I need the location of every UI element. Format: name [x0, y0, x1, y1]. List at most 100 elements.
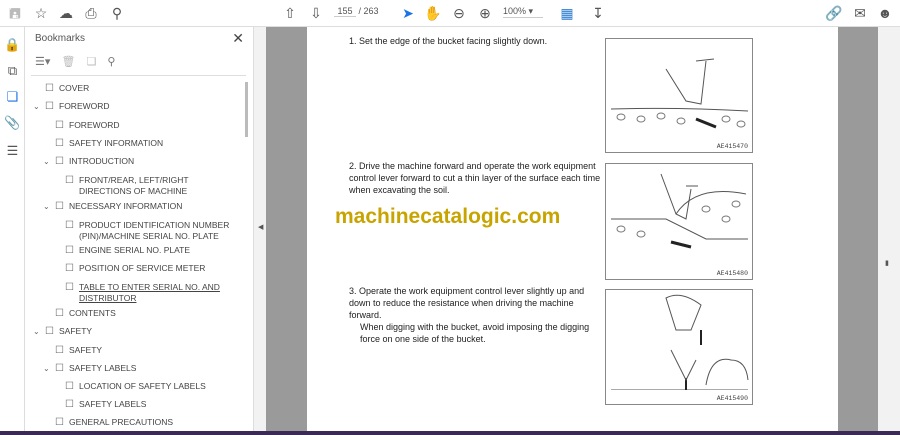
divider [31, 75, 246, 76]
bookmark-item[interactable]: ☐ CONTENTS [55, 308, 240, 319]
bookmark-flag-icon: ☐ [55, 417, 64, 428]
bookmark-flag-icon: ☐ [65, 381, 74, 392]
options-icon[interactable]: ☰▾ [35, 56, 50, 68]
save-icon[interactable]: 🖪 [6, 4, 24, 22]
bookmark-label: FOREWORD [69, 120, 120, 130]
bookmark-tools: ☰▾ 🗑 ❏ ⚲ [35, 55, 123, 68]
bookmark-label: CONTENTS [69, 308, 116, 318]
delete-icon[interactable]: 🗑 [61, 56, 75, 68]
bookmark-icon[interactable]: ❏ [4, 89, 21, 106]
hand-tool-icon[interactable]: ✋ [424, 4, 442, 22]
layers-icon[interactable]: ☰ [4, 143, 21, 160]
document-scrollbar[interactable]: ▮ [878, 27, 900, 435]
bookmark-flag-icon: ☐ [45, 326, 54, 337]
bookmark-item[interactable]: ⌄ ☐ INTRODUCTION [43, 156, 240, 167]
bookmark-item[interactable]: ☐ PRODUCT IDENTIFICATION NUMBER (PIN)/MAC… [65, 220, 240, 242]
mail-icon[interactable]: ✉ [851, 4, 869, 22]
bookmark-item[interactable]: ☐ SAFETY [55, 345, 240, 356]
pdf-page: 1. Set the edge of the bucket facing sli… [307, 27, 838, 435]
bookmark-item[interactable]: ☐ GENERAL PRECAUTIONS [55, 417, 240, 428]
attachment-icon[interactable]: 📎 [4, 115, 21, 132]
bookmark-flag-icon: ☐ [55, 345, 64, 356]
bookmark-label: GENERAL PRECAUTIONS [69, 417, 174, 427]
find-bookmark-icon[interactable]: ⚲ [107, 56, 115, 68]
zoom-value: 100% [503, 6, 527, 16]
chevron-down-icon[interactable]: ⌄ [43, 201, 50, 212]
zoom-in-icon[interactable]: ⊕ [476, 4, 494, 22]
step-1-text: 1. Set the edge of the bucket facing sli… [349, 36, 548, 46]
taskbar-strip [0, 431, 900, 435]
figure-2: AE415480 [605, 163, 753, 280]
chevron-down-icon[interactable]: ⌄ [43, 363, 50, 374]
cutting-illustration [611, 173, 748, 249]
page-fit-icon[interactable]: ▦ [558, 4, 576, 22]
chevron-down-icon[interactable]: ⌄ [33, 326, 40, 337]
bookmark-label: SAFETY INFORMATION [69, 138, 164, 148]
figure-code: AE415470 [716, 143, 748, 150]
bookmark-flag-icon: ☐ [55, 138, 64, 149]
figure-code: AE415480 [716, 270, 748, 277]
bookmark-label: SAFETY LABELS [79, 399, 147, 409]
panel-resize-handle[interactable]: ◀ [253, 27, 266, 435]
watermark: machinecatalogic.com [335, 205, 561, 228]
close-icon[interactable]: ✕ [232, 30, 244, 47]
figure-code: AE415490 [716, 395, 748, 402]
search-icon[interactable]: ⚲ [108, 4, 126, 22]
bookmark-item[interactable]: ☐ SAFETY LABELS [65, 399, 240, 410]
toolbar: 🖪 ☆ ☁ ⎙ ⚲ ⇧ ⇩ 155 / 263 ➤ ✋ ⊖ ⊕ 100% ▾ ▦… [0, 0, 900, 27]
star-icon[interactable]: ☆ [32, 4, 50, 22]
step-2-text: 2. Drive the machine forward and operate… [349, 161, 601, 195]
bookmark-item[interactable]: ☐ TABLE TO ENTER SERIAL NO. AND DISTRIBUT… [65, 282, 240, 304]
bookmark-item[interactable]: ☐ POSITION OF SERVICE METER [65, 263, 240, 274]
bookmark-flag-icon: ☐ [65, 245, 74, 256]
bookmark-label: SAFETY LABELS [69, 363, 137, 373]
collapse-arrow-icon[interactable]: ◀ [258, 223, 263, 231]
bookmark-item[interactable]: ⌄ ☐ SAFETY [33, 326, 240, 337]
zoom-out-icon[interactable]: ⊖ [450, 4, 468, 22]
pages-icon[interactable]: ⧉ [4, 63, 21, 80]
scroll-grip-icon[interactable]: ▮ [885, 259, 889, 267]
left-rail: 🔒 ⧉ ❏ 📎 ☰ [0, 27, 25, 435]
account-icon[interactable]: ☻ [876, 4, 894, 22]
prev-page-icon[interactable]: ⇧ [281, 4, 299, 22]
lock-icon[interactable]: 🔒 [4, 37, 21, 54]
bookmark-item[interactable]: ☐ FOREWORD [55, 120, 240, 131]
bookmark-label: SAFETY [69, 345, 103, 355]
bookmark-flag-icon: ☐ [45, 83, 54, 94]
bookmark-item[interactable]: ☐ ENGINE SERIAL NO. PLATE [65, 245, 240, 256]
bookmark-item[interactable]: ⌄ ☐ SAFETY LABELS [43, 363, 240, 374]
page-indicator: 155 / 263 [334, 6, 379, 17]
panel-scrollbar[interactable] [245, 82, 248, 137]
bookmark-label: PRODUCT IDENTIFICATION NUMBER (PIN)/MACH… [79, 220, 230, 241]
bookmark-item[interactable]: ☐ COVER [45, 83, 240, 94]
bookmark-item[interactable]: ⌄ ☐ FOREWORD [33, 101, 240, 112]
chevron-down-icon[interactable]: ⌄ [43, 156, 50, 167]
bookmark-flag-icon: ☐ [65, 399, 74, 410]
cloud-upload-icon[interactable]: ☁ [57, 4, 75, 22]
page-input[interactable]: 155 [334, 6, 356, 17]
bookmark-flag-icon: ☐ [45, 101, 54, 112]
bookmark-label: POSITION OF SERVICE METER [79, 263, 206, 273]
bookmark-label: TABLE TO ENTER SERIAL NO. AND DISTRIBUTO… [79, 282, 220, 303]
bookmark-flag-icon: ☐ [55, 308, 64, 319]
new-bookmark-icon[interactable]: ❏ [86, 56, 96, 68]
document-viewport: 1. Set the edge of the bucket facing sli… [266, 27, 878, 435]
read-mode-icon[interactable]: ↧ [589, 4, 607, 22]
bookmark-item[interactable]: ☐ FRONT/REAR, LEFT/RIGHT DIRECTIONS OF MA… [65, 175, 240, 197]
bookmark-flag-icon: ☐ [55, 363, 64, 374]
bookmark-flag-icon: ☐ [55, 201, 64, 212]
bookmark-flag-icon: ☐ [65, 282, 74, 293]
share-link-icon[interactable]: 🔗 [825, 4, 843, 22]
bookmark-item[interactable]: ☐ LOCATION OF SAFETY LABELS [65, 381, 240, 392]
zoom-select[interactable]: 100% ▾ [503, 6, 543, 18]
chevron-down-icon[interactable]: ⌄ [33, 101, 40, 112]
bookmark-label: FRONT/REAR, LEFT/RIGHT DIRECTIONS OF MAC… [79, 175, 189, 196]
bookmark-item[interactable]: ☐ SAFETY INFORMATION [55, 138, 240, 149]
print-icon[interactable]: ⎙ [82, 4, 100, 22]
total-pages: / 263 [358, 6, 379, 16]
step-3-text: 3. Operate the work equipment control le… [349, 286, 585, 320]
bookmark-label: LOCATION OF SAFETY LABELS [79, 381, 206, 391]
bookmark-item[interactable]: ⌄ ☐ NECESSARY INFORMATION [43, 201, 240, 212]
next-page-icon[interactable]: ⇩ [307, 4, 325, 22]
select-cursor-icon[interactable]: ➤ [399, 4, 417, 22]
